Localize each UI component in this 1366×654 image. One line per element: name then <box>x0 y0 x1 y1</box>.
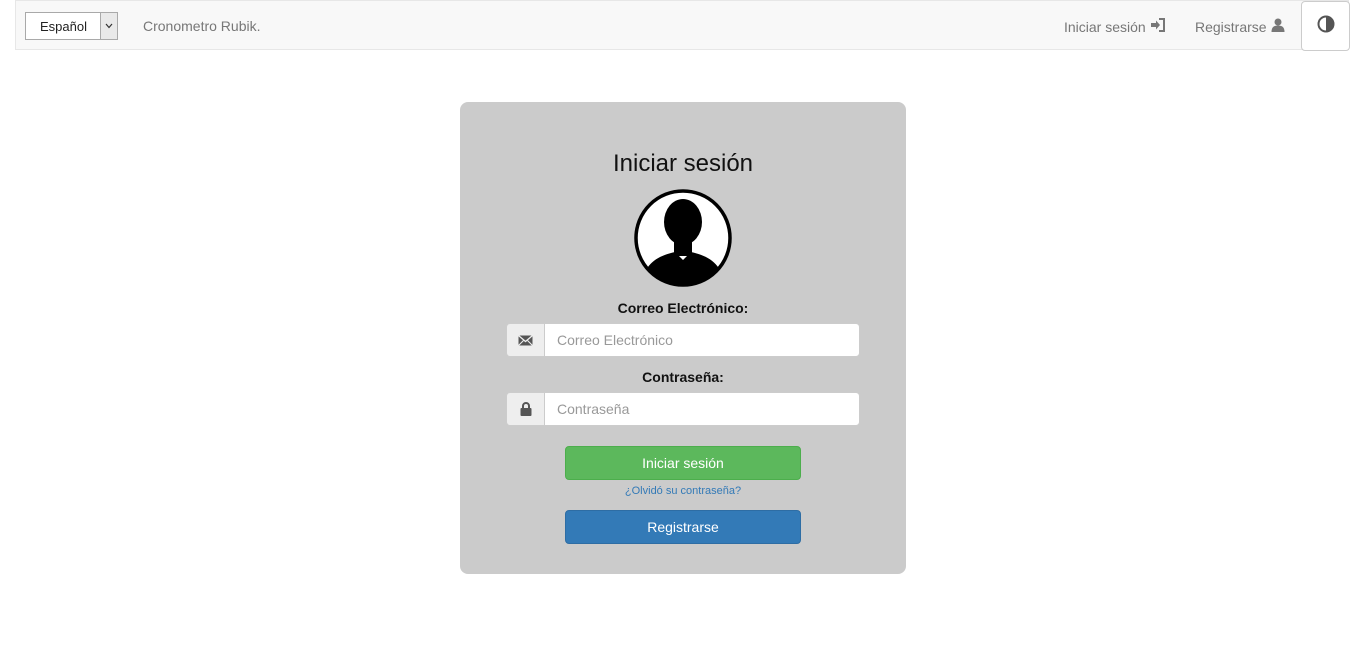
email-field[interactable] <box>544 323 860 357</box>
sign-in-icon <box>1150 18 1166 35</box>
chevron-down-icon[interactable] <box>100 13 117 39</box>
forgot-password-link[interactable]: ¿Olvidó su contraseña? <box>460 485 906 497</box>
nav-register-label: Registrarse <box>1195 18 1267 35</box>
lock-icon <box>506 392 544 426</box>
register-button[interactable]: Registrarse <box>565 510 801 544</box>
password-input-group <box>506 392 860 426</box>
email-label: Correo Electrónico: <box>617 300 749 316</box>
password-label: Contraseña: <box>642 369 724 385</box>
brand-link[interactable]: Cronometro Rubik. <box>143 18 261 34</box>
login-submit-button[interactable]: Iniciar sesión <box>565 446 801 480</box>
language-select-value: Español <box>40 18 87 34</box>
nav-register-link[interactable]: Registrarse <box>1195 18 1285 35</box>
navbar: Español Cronometro Rubik. Iniciar sesión… <box>15 0 1350 51</box>
language-select[interactable]: Español <box>25 12 118 40</box>
register-button-label: Registrarse <box>647 519 719 535</box>
theme-toggle-button[interactable] <box>1301 1 1350 51</box>
password-field[interactable] <box>544 392 860 426</box>
contrast-icon <box>1317 15 1335 38</box>
email-input-group <box>506 323 860 357</box>
envelope-icon <box>506 323 544 357</box>
nav-login-link[interactable]: Iniciar sesión <box>1064 18 1166 35</box>
user-avatar-icon <box>633 188 733 288</box>
nav-login-label: Iniciar sesión <box>1064 18 1146 35</box>
login-submit-label: Iniciar sesión <box>642 455 724 471</box>
user-icon <box>1271 18 1285 35</box>
login-title: Iniciar sesión <box>612 150 754 177</box>
